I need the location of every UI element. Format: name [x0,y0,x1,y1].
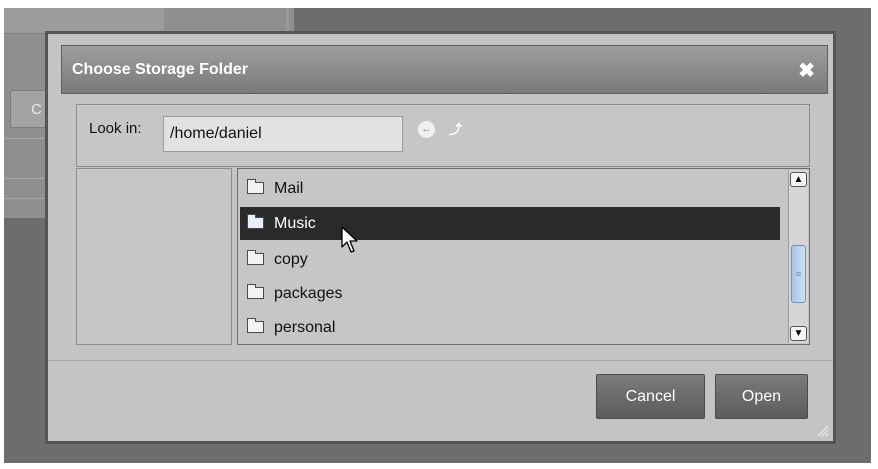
mouse-pointer-icon [341,226,358,253]
back-arrow-icon[interactable]: ← [418,121,435,138]
scroll-up-button[interactable]: ▲ [790,172,807,187]
list-item[interactable]: Mail [240,172,780,205]
footer-divider [48,360,833,361]
scroll-thumb[interactable]: ≡ [791,245,806,303]
folder-name: Mail [274,180,304,197]
choose-folder-dialog: Choose Storage Folder ✖ Look in: ← ⤴ Mai… [45,31,836,444]
folder-icon [247,318,264,333]
list-item[interactable]: personal [240,311,780,344]
folder-name: packages [274,285,343,302]
path-input[interactable] [163,116,403,152]
folder-icon [247,179,264,194]
dialog-titlebar[interactable]: Choose Storage Folder ✖ [61,45,828,94]
dialog-title: Choose Storage Folder [72,61,249,78]
close-icon[interactable]: ✖ [798,58,815,83]
folder-name: Music [274,215,316,232]
up-folder-icon[interactable]: ⤴ [449,119,462,138]
open-button[interactable]: Open [715,374,808,419]
background-button: C [10,90,50,128]
list-item-selected[interactable]: Music [240,207,780,240]
scroll-down-button[interactable]: ▼ [790,326,807,341]
places-pane [76,168,232,345]
folder-icon [247,284,264,299]
list-item[interactable]: packages [240,277,780,310]
folder-name: personal [274,319,336,336]
resize-grip-icon[interactable] [815,423,829,437]
folder-icon [247,250,264,265]
look-in-bar: Look in: ← ⤴ [76,104,810,167]
vertical-scrollbar[interactable]: ▲ ≡ ▼ [788,170,808,343]
cancel-button[interactable]: Cancel [596,374,705,419]
folder-list[interactable]: Mail Music copy packages personal ▲ ≡ ▼ [237,168,810,345]
folder-icon [247,214,264,229]
list-item[interactable]: copy [240,243,780,276]
look-in-label: Look in: [89,120,142,137]
folder-name: copy [274,251,308,268]
